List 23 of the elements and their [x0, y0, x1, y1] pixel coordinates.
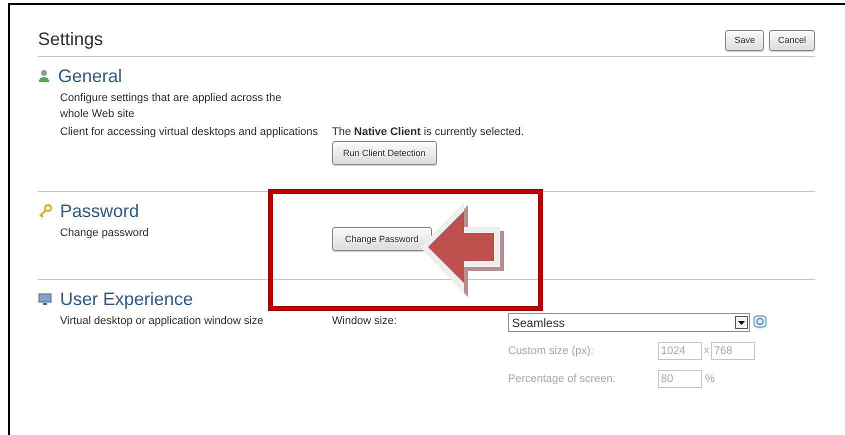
run-client-detection-button[interactable]: Run Client Detection [332, 141, 437, 165]
monitor-icon [38, 292, 52, 306]
help-icon[interactable] [753, 315, 767, 330]
client-status: The Native Client is currently selected. [332, 125, 524, 140]
page-title: Settings [38, 28, 104, 50]
password-description: Change password [60, 226, 150, 241]
section-heading: Password [60, 200, 140, 222]
client-label: Client for accessing virtual desktops and applications [60, 125, 320, 140]
section-heading: General [58, 65, 122, 87]
save-button[interactable]: Save [725, 30, 764, 51]
percentage-label: Percentage of screen: [508, 372, 617, 387]
window-size-select[interactable]: Seamless [508, 313, 750, 332]
window-size-description: Virtual desktop or application window size [60, 314, 264, 329]
percent-unit: % [705, 372, 715, 387]
cancel-button[interactable]: Cancel [768, 30, 815, 51]
custom-size-label: Custom size (px): [508, 344, 595, 359]
section-heading: User Experience [60, 288, 194, 310]
change-password-button[interactable]: Change Password [332, 227, 432, 251]
size-separator: x [704, 344, 709, 358]
window-size-label: Window size: [332, 314, 398, 329]
key-icon [38, 204, 52, 218]
general-description: Configure settings that are applied across the whole Web site [60, 91, 282, 122]
user-icon [38, 69, 50, 83]
